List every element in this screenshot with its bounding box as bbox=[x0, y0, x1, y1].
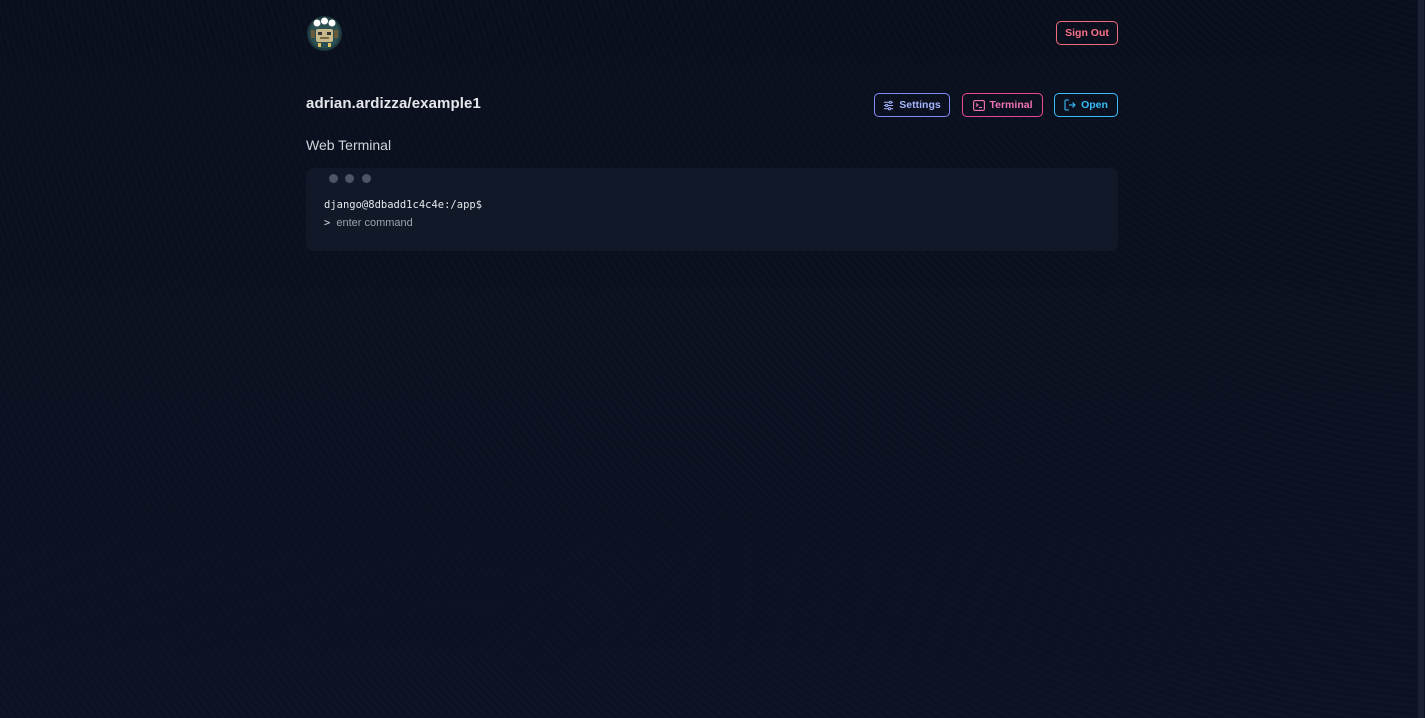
command-row: > bbox=[324, 217, 737, 229]
terminal-button[interactable]: Terminal bbox=[962, 93, 1043, 117]
settings-button[interactable]: Settings bbox=[874, 93, 950, 117]
scrollbar-thumb[interactable] bbox=[1418, 0, 1424, 718]
page-title: adrian.ardizza/example1 bbox=[306, 95, 481, 112]
sliders-icon bbox=[883, 100, 894, 111]
web-terminal-panel: django@8dbadd1c4c4e:/app$ > bbox=[306, 168, 1118, 251]
window-dot-icon bbox=[345, 174, 354, 183]
sign-out-button[interactable]: Sign Out bbox=[1056, 21, 1118, 45]
section-title: Web Terminal bbox=[306, 137, 392, 153]
settings-button-label: Settings bbox=[899, 99, 941, 111]
terminal-icon bbox=[972, 99, 985, 111]
sign-in-icon bbox=[1064, 99, 1076, 111]
open-button-label: Open bbox=[1081, 99, 1108, 111]
command-input[interactable] bbox=[336, 217, 737, 229]
prompt-caret: > bbox=[324, 217, 331, 229]
robot-avatar-icon[interactable] bbox=[307, 16, 342, 51]
terminal-button-label: Terminal bbox=[989, 99, 1033, 111]
open-button[interactable]: Open bbox=[1054, 93, 1118, 117]
page: Sign Out adrian.ardizza/example1 Setting… bbox=[0, 0, 1425, 718]
window-dot-icon bbox=[329, 174, 338, 183]
window-dot-icon bbox=[362, 174, 371, 183]
scrollbar[interactable] bbox=[1417, 0, 1425, 718]
terminal-prompt: django@8dbadd1c4c4e:/app$ bbox=[324, 199, 483, 211]
